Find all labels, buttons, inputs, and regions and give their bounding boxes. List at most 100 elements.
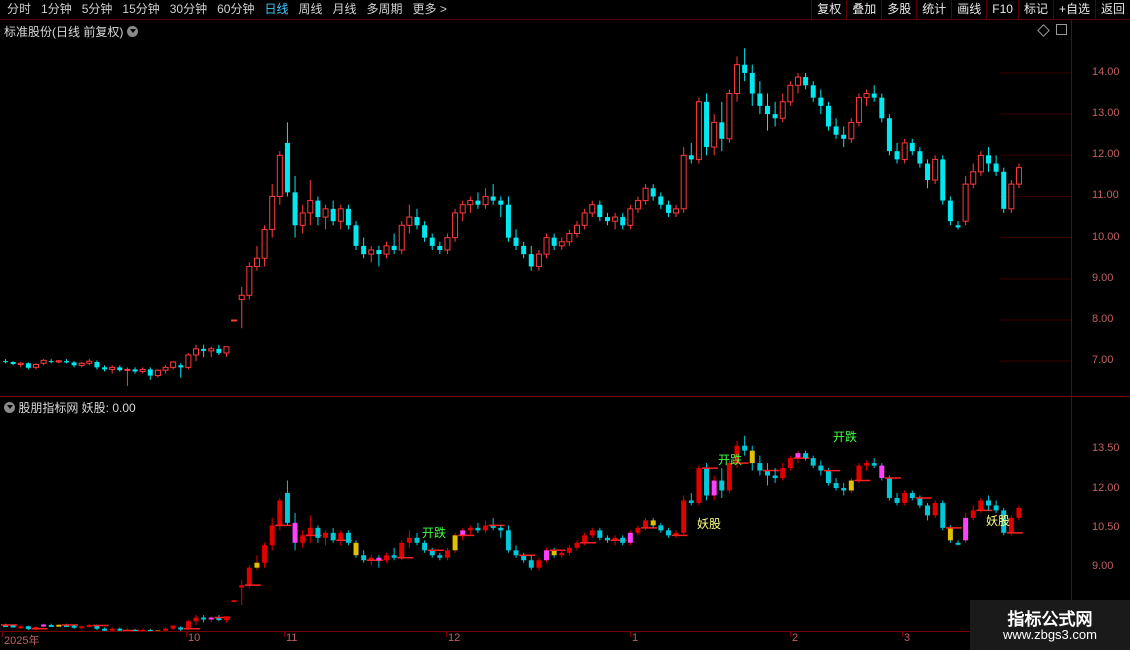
candle <box>269 184 276 238</box>
indicator-bar <box>665 527 671 538</box>
indicator-body <box>269 525 275 546</box>
candle-body <box>48 361 54 363</box>
indicator-body <box>1016 507 1022 518</box>
sub-y-axis: 13.5012.0010.509.007.50 <box>1072 397 1130 631</box>
indicator-bar <box>864 460 870 471</box>
indicator-bar <box>559 550 565 558</box>
candle-body <box>185 354 192 368</box>
candle <box>962 175 969 226</box>
candle <box>17 362 24 368</box>
candle <box>894 142 900 164</box>
indicator-bar <box>902 490 908 506</box>
candle-body <box>642 187 649 202</box>
x-tick <box>790 631 791 637</box>
candle <box>726 89 733 143</box>
indicator-bar <box>414 532 420 546</box>
indicator-bar <box>422 540 428 553</box>
main-y-tick-label: 8.00 <box>1092 313 1114 325</box>
candle-body <box>993 163 999 172</box>
candle <box>734 56 741 102</box>
candle <box>833 118 839 139</box>
indicator-bar <box>604 535 610 543</box>
candle-body <box>962 183 969 222</box>
candle <box>673 204 680 218</box>
candle <box>620 212 626 230</box>
indicator-bar <box>452 532 458 553</box>
indicator-bar <box>940 500 946 531</box>
candle <box>1008 180 1015 213</box>
candle <box>658 192 664 209</box>
candle-body <box>871 93 877 98</box>
indicator-bar <box>170 625 176 630</box>
candle <box>253 245 260 271</box>
candle-body <box>86 360 93 364</box>
candle-body <box>695 101 702 160</box>
candle-body <box>269 195 276 230</box>
candle <box>307 180 314 226</box>
indicator-bar <box>894 492 900 506</box>
candle-body <box>337 208 344 222</box>
indicator-body <box>56 624 62 627</box>
indicator-body <box>841 488 847 491</box>
candle-body <box>673 208 680 214</box>
candle <box>32 363 39 370</box>
indicator-bar <box>41 623 47 628</box>
indicator-body <box>345 532 351 543</box>
candle <box>154 369 161 378</box>
candle <box>627 204 634 230</box>
indicator-body <box>513 550 519 556</box>
price-chart[interactable]: 开跌开跌开跌妖股 妖股 <box>0 0 1072 631</box>
candle-body <box>276 154 283 197</box>
indicator-bar <box>544 547 550 563</box>
main-y-axis: 14.00 13.00 12.00 11.00 10.00 9.00 8.00 7.00 <box>1072 0 1130 396</box>
candle-body <box>17 362 24 365</box>
candle <box>566 229 573 246</box>
indicator-bar <box>963 512 969 543</box>
candle-body <box>124 368 131 371</box>
candle <box>818 89 824 115</box>
candle-body <box>704 101 710 148</box>
indicator-body <box>917 497 923 506</box>
indicator-body <box>399 542 405 558</box>
candle <box>901 138 908 164</box>
candle <box>162 365 169 374</box>
candle <box>977 151 984 176</box>
candle-body <box>886 118 892 152</box>
indicator-body <box>18 626 24 629</box>
indicator-body <box>833 483 839 489</box>
candle <box>513 229 519 250</box>
candle <box>330 200 336 226</box>
candle <box>772 101 778 127</box>
candle <box>299 204 306 234</box>
candle-body <box>901 142 908 160</box>
indicator-bar <box>231 600 237 603</box>
candle <box>528 245 534 271</box>
candle-body <box>977 154 984 173</box>
indicator-body <box>193 617 199 622</box>
candle <box>452 208 459 242</box>
candle-body <box>437 245 443 250</box>
indicator-body <box>528 560 534 568</box>
candle-body <box>398 224 405 251</box>
candle <box>429 233 435 250</box>
candle <box>947 196 953 226</box>
candle-body <box>139 368 146 372</box>
candle <box>398 221 405 255</box>
indicator-body <box>978 500 984 511</box>
indicator-body <box>879 465 885 479</box>
candle <box>855 93 862 127</box>
indicator-body <box>658 525 664 531</box>
main-y-tick-label: 13.00 <box>1092 107 1120 120</box>
indicator-body <box>223 616 229 621</box>
candle <box>688 142 694 164</box>
candle <box>117 365 123 372</box>
indicator-bar <box>787 455 793 471</box>
indicator-bar <box>848 478 854 493</box>
candle-body <box>894 151 900 160</box>
candle <box>55 359 62 364</box>
indicator-body <box>246 567 252 586</box>
candle-body <box>40 359 47 364</box>
indicator-bar <box>239 580 245 606</box>
indicator-body <box>391 555 397 558</box>
candle-body <box>261 228 268 259</box>
